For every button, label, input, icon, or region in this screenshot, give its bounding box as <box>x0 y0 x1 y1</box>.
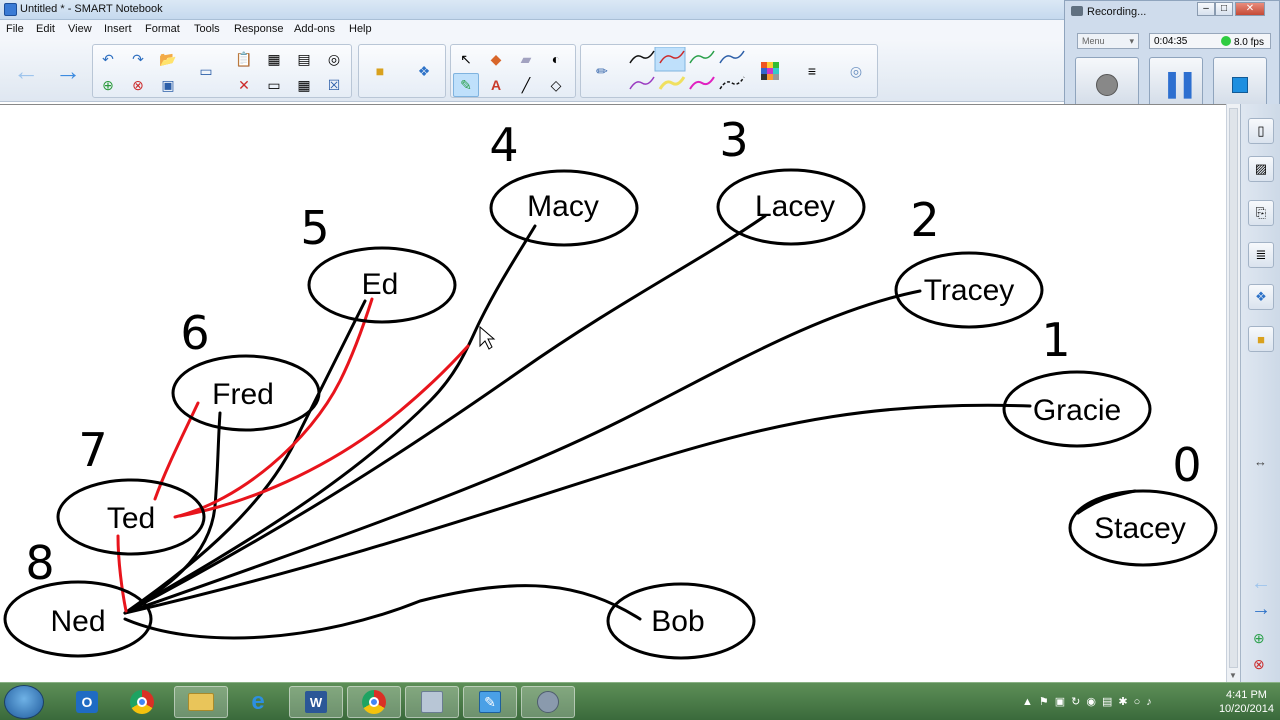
node-ed: Ed <box>307 246 457 324</box>
scroll-thumb[interactable] <box>1229 108 1238 668</box>
chrome-icon[interactable] <box>115 686 169 718</box>
attachments-icon[interactable]: ⎘ <box>1248 200 1274 226</box>
node-label: Gracie <box>1033 394 1121 427</box>
fps-value: 8.0 fps <box>1233 37 1264 48</box>
number-stacey: 0 <box>1172 438 1201 492</box>
node-label: Ed <box>362 268 399 301</box>
close-button[interactable]: ✕ <box>1235 2 1265 16</box>
smart-tools-icon[interactable] <box>405 686 459 718</box>
fps-readout: 8.0 fps <box>1221 36 1264 48</box>
stop-icon <box>1232 77 1248 93</box>
number-ed: 5 <box>300 201 329 255</box>
number-fred: 6 <box>180 306 209 360</box>
side-panel: ▯ ▨ ⎘ ≣ ❖ ■ ↔ ← → ⊕ ⊗ <box>1240 104 1280 682</box>
word-icon[interactable]: W <box>289 686 343 718</box>
node-label: Stacey <box>1094 512 1186 545</box>
previous-page-icon[interactable]: ← <box>1251 572 1271 595</box>
handwritten-numbers: 8 7 6 5 4 3 2 1 0 <box>25 113 1201 590</box>
node-label: Bob <box>651 605 704 638</box>
lesson-activity-icon[interactable]: ■ <box>1248 326 1274 352</box>
number-macy: 4 <box>489 118 518 172</box>
scroll-down-icon[interactable]: ▼ <box>1229 671 1237 680</box>
clock-date: 10/20/2014 <box>1218 703 1274 715</box>
smart-notebook-taskbar-icon[interactable]: ✎ <box>463 686 517 718</box>
gallery-icon[interactable]: ▨ <box>1248 156 1274 182</box>
start-button[interactable] <box>4 685 44 719</box>
recorder-taskbar-icon[interactable] <box>521 686 575 718</box>
whiteboard-canvas[interactable]: Ned Ted Fred Ed Macy Lacey Tracey Gracie… <box>0 104 1226 682</box>
node-label: Ned <box>50 605 105 638</box>
chrome-window-icon[interactable] <box>347 686 401 718</box>
number-tracey: 2 <box>910 193 939 247</box>
delete-page-icon[interactable]: ⊗ <box>1253 656 1265 673</box>
mouse-cursor-icon <box>479 325 496 350</box>
resize-arrows-icon[interactable]: ↔ <box>1254 454 1267 469</box>
node-label: Lacey <box>755 190 835 223</box>
system-tray-icons[interactable]: ▲⚑▣↻◉▤✱○♪ <box>1022 695 1158 708</box>
node-fred: Fred <box>171 354 321 432</box>
node-bob: Bob <box>606 582 756 660</box>
page-sorter-icon[interactable]: ▯ <box>1248 118 1274 144</box>
number-ted: 7 <box>78 423 107 477</box>
properties-icon[interactable]: ≣ <box>1248 242 1274 268</box>
next-page-icon[interactable]: → <box>1251 598 1271 621</box>
link-ned-ted <box>116 534 128 613</box>
file-explorer-icon[interactable] <box>174 686 228 718</box>
taskbar: O e W ✎ ▲⚑▣↻◉▤✱○♪ 4:41 PM 10/20/2014 <box>0 682 1280 720</box>
outlook-icon[interactable]: O <box>60 686 114 718</box>
link-ned-tracey <box>123 289 922 615</box>
link-ned-ed <box>123 299 367 615</box>
node-label: Fred <box>212 378 274 411</box>
node-lacey: Lacey <box>716 168 866 246</box>
link-ned-macy <box>123 224 537 615</box>
node-label: Macy <box>527 190 599 223</box>
add-ons-icon[interactable]: ❖ <box>1248 284 1274 310</box>
add-page-icon[interactable]: ⊕ <box>1253 630 1265 647</box>
node-ned: Ned <box>3 580 153 658</box>
diagram: Ned Ted Fred Ed Macy Lacey Tracey Gracie… <box>3 113 1218 660</box>
internet-explorer-icon[interactable]: e <box>231 686 285 718</box>
node-gracie: Gracie <box>1002 370 1152 448</box>
number-lacey: 3 <box>719 113 748 167</box>
number-ned: 8 <box>25 536 54 590</box>
link-ned-gracie <box>123 403 1032 615</box>
vertical-scrollbar[interactable]: ▼ <box>1226 104 1240 682</box>
node-macy: Macy <box>489 169 639 247</box>
node-stacey: Stacey <box>1068 489 1218 567</box>
red-strokes <box>116 297 470 613</box>
node-label: Tracey <box>924 274 1015 307</box>
number-gracie: 1 <box>1041 313 1070 367</box>
clock[interactable]: 4:41 PM 10/20/2014 <box>1219 688 1274 716</box>
node-label: Ted <box>107 502 155 535</box>
clock-time: 4:41 PM <box>1225 689 1267 701</box>
